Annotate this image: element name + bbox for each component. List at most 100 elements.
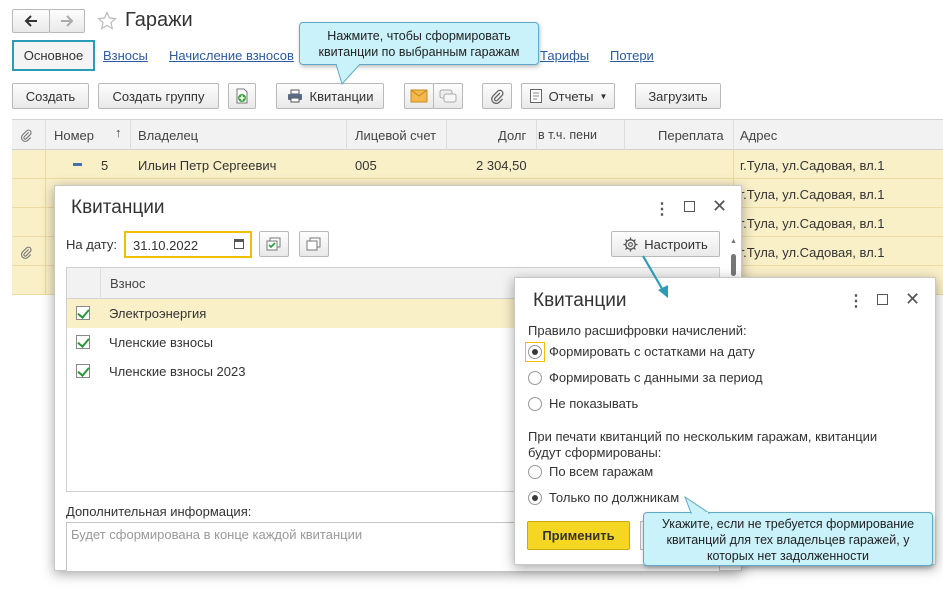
column-number[interactable]: Номер [54, 128, 94, 143]
add-document-icon [236, 88, 248, 104]
table-row[interactable]: 5 Ильин Петр Сергеевич 005 2 304,50 г.Ту… [12, 150, 943, 179]
attach-button[interactable] [482, 83, 512, 109]
list-item-label: Электроэнергия [109, 306, 207, 321]
print-label: При печати квитанций по нескольким гараж… [528, 429, 878, 444]
tab-losses[interactable]: Потери [610, 48, 654, 63]
radio-label[interactable]: Не показывать [549, 396, 638, 411]
create-button[interactable]: Создать [12, 83, 89, 109]
column-owner[interactable]: Владелец [138, 128, 198, 143]
radio-label[interactable]: Формировать с остатками на дату [549, 344, 755, 359]
apply-button[interactable]: Применить [527, 521, 630, 550]
row-address: г.Тула, ул.Садовая, вл.1 [740, 216, 885, 231]
table-header: Номер ↑ Владелец Лицевой счет Долг в т.ч… [12, 119, 943, 150]
tab-main[interactable]: Основное [12, 40, 95, 71]
row-debt: 2 304,50 [476, 158, 527, 173]
load-button-label: Загрузить [648, 88, 708, 104]
chat-icon [439, 89, 457, 103]
calendar-icon[interactable] [234, 239, 244, 249]
close-icon[interactable]: ✕ [712, 196, 727, 217]
back-button[interactable] [12, 9, 50, 33]
tab-contributions[interactable]: Взносы [103, 48, 148, 63]
close-icon[interactable]: ✕ [905, 289, 920, 310]
check-all-button[interactable] [259, 231, 289, 257]
forward-button[interactable] [49, 9, 85, 33]
gear-icon [623, 236, 638, 252]
receipts-button[interactable]: Квитанции [276, 83, 384, 109]
row-address: г.Тула, ул.Садовая, вл.1 [740, 158, 885, 173]
message-button[interactable] [433, 83, 463, 109]
radio-button[interactable] [528, 345, 542, 359]
maximize-icon[interactable] [684, 201, 695, 212]
maximize-icon[interactable] [877, 294, 888, 305]
only-debtors-tooltip: Укажите, если не требуется формирование … [643, 512, 933, 566]
column-debt[interactable]: Долг [498, 128, 526, 143]
radio-label[interactable]: Только по должникам [549, 490, 679, 505]
date-field[interactable]: 31.10.2022 [124, 231, 252, 258]
uncheck-all-icon [306, 237, 321, 251]
extra-info-placeholder: Будет сформирована в конце каждой квитан… [71, 527, 363, 542]
paperclip-icon [20, 246, 32, 259]
radio-label[interactable]: Формировать с данными за период [549, 370, 763, 385]
reports-button[interactable]: Отчеты ▼ [521, 83, 615, 109]
radio-button[interactable] [528, 397, 542, 411]
arrow-left-icon [24, 15, 37, 27]
column-account[interactable]: Лицевой счет [355, 128, 436, 143]
reports-icon [529, 89, 542, 103]
row-number: 5 [101, 158, 109, 173]
check-all-icon [266, 237, 281, 251]
uncheck-all-button[interactable] [299, 231, 329, 257]
create-group-button-label: Создать группу [112, 88, 205, 104]
radio-label[interactable]: По всем гаражам [549, 464, 653, 479]
page-title: Гаражи [125, 9, 193, 31]
email-button[interactable] [404, 83, 434, 109]
paperclip-icon [20, 129, 32, 142]
column-penalty[interactable]: в т.ч. пени [538, 128, 597, 142]
tooltip-line: Нажмите, чтобы сформировать [327, 29, 511, 43]
chevron-down-icon: ▼ [599, 91, 608, 101]
receipts-tooltip: Нажмите, чтобы сформировать квитанции по… [299, 22, 539, 65]
create-group-button[interactable]: Создать группу [98, 83, 219, 109]
pointer-arrow [642, 255, 668, 298]
tooltip-line: Укажите, если не требуется формирование [661, 517, 915, 531]
print-label-cont: будут сформированы: [528, 445, 662, 460]
tab-tariffs[interactable]: Тарифы [540, 48, 589, 63]
row-owner: Ильин Петр Сергеевич [138, 158, 277, 173]
radio-button[interactable] [528, 491, 542, 505]
row-address: г.Тула, ул.Садовая, вл.1 [740, 187, 885, 202]
printer-icon [287, 89, 302, 103]
radio-button[interactable] [528, 465, 542, 479]
extra-info-label: Дополнительная информация: [66, 504, 252, 519]
sort-arrow-icon: ↑ [115, 125, 122, 140]
scrollbar[interactable]: ▲ [730, 238, 737, 282]
date-value: 31.10.2022 [133, 238, 199, 253]
load-button[interactable]: Загрузить [635, 83, 721, 109]
group-icon [73, 163, 82, 166]
checkbox[interactable] [76, 335, 90, 349]
arrow-right-icon [61, 15, 74, 27]
configure-button-label: Настроить [644, 236, 708, 252]
tooltip-pointer [335, 64, 361, 85]
dialog-title: Квитанции [533, 290, 627, 311]
create-button-label: Создать [25, 88, 76, 104]
envelope-icon [410, 89, 428, 103]
list-item-label: Членские взносы 2023 [109, 364, 246, 379]
star-icon[interactable] [97, 11, 117, 31]
dialog-title: Квитанции [71, 197, 165, 218]
tooltip-pointer [684, 496, 711, 514]
column-overpayment[interactable]: Переплата [658, 128, 724, 143]
tooltip-line: которых нет задолженности [706, 549, 870, 563]
row-account: 005 [355, 158, 377, 173]
tooltip-line: квитанций для тех владельцев гаражей, у [666, 533, 910, 547]
checkbox[interactable] [76, 306, 90, 320]
more-menu-icon[interactable]: ⋮ [654, 199, 670, 219]
checkbox[interactable] [76, 364, 90, 378]
reports-button-label: Отчеты [548, 88, 594, 104]
list-header-label: Взнос [110, 276, 146, 291]
row-address: г.Тула, ул.Садовая, вл.1 [740, 245, 885, 260]
more-menu-icon[interactable]: ⋮ [848, 291, 864, 311]
column-address[interactable]: Адрес [740, 128, 777, 143]
radio-button[interactable] [528, 371, 542, 385]
add-document-button[interactable] [228, 83, 256, 109]
tab-accruals[interactable]: Начисление взносов [169, 48, 294, 63]
receipts-button-label: Квитанции [309, 88, 374, 104]
